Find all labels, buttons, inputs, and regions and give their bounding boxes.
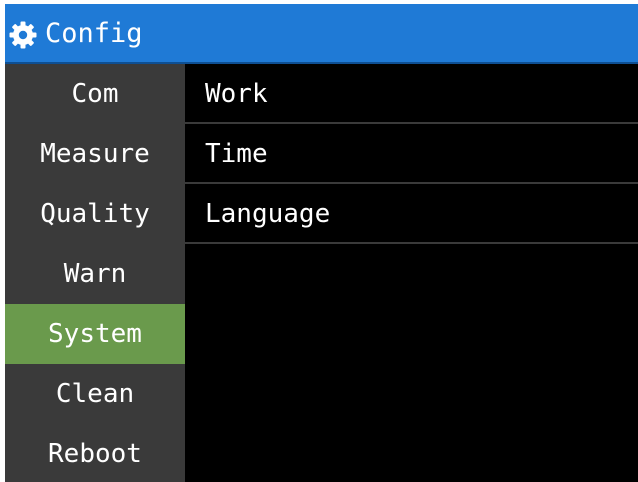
gear-icon: [9, 21, 37, 49]
menu-row-work[interactable]: Work: [185, 64, 638, 124]
sidebar-item-clean[interactable]: Clean: [5, 364, 185, 424]
menu-row-label: Time: [205, 139, 268, 169]
page-title: Config: [45, 18, 143, 49]
title-bar: Config: [5, 4, 638, 64]
sidebar-item-system[interactable]: System: [5, 304, 185, 364]
menu-row-time[interactable]: Time: [185, 124, 638, 184]
sidebar-item-quality[interactable]: Quality: [5, 184, 185, 244]
sidebar-item-reboot[interactable]: Reboot: [5, 424, 185, 482]
sidebar-item-measure[interactable]: Measure: [5, 124, 185, 184]
sidebar-menu: Com Measure Quality Warn System Clean Re…: [5, 64, 185, 482]
device-screen: Config Com Measure Quality Warn System C…: [5, 4, 638, 482]
menu-row-language[interactable]: Language: [185, 184, 638, 244]
menu-row-label: Work: [205, 79, 268, 109]
settings-list: Work Time Language: [185, 64, 638, 482]
sidebar-item-warn[interactable]: Warn: [5, 244, 185, 304]
sidebar-item-com[interactable]: Com: [5, 64, 185, 124]
menu-row-label: Language: [205, 199, 331, 229]
